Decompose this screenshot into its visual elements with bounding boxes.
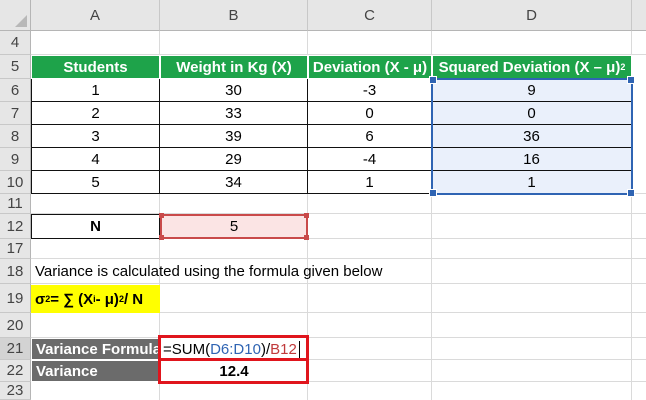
column-header-next[interactable]	[632, 0, 646, 31]
row-header-9[interactable]: 9	[0, 148, 31, 171]
variance-label[interactable]: Variance	[31, 360, 160, 382]
table-cell[interactable]: 4	[31, 148, 160, 171]
column-header-a[interactable]: A	[31, 0, 160, 31]
variance-formula-label[interactable]: Variance Formula	[31, 338, 161, 360]
table-cell[interactable]: 30	[160, 79, 308, 102]
n-value-cell[interactable]: 5	[159, 213, 309, 240]
table-cell[interactable]: -4	[308, 148, 432, 171]
row-header-7[interactable]: 7	[0, 102, 31, 125]
select-all-corner[interactable]	[0, 0, 31, 31]
note-text[interactable]: Variance is calculated using the formula…	[31, 259, 451, 284]
row-header-4[interactable]: 4	[0, 31, 31, 55]
table-cell[interactable]: 0	[308, 102, 432, 125]
table-cell[interactable]: 6	[308, 125, 432, 148]
row-header-8[interactable]: 8	[0, 125, 31, 148]
table-cell[interactable]: 1	[31, 79, 160, 102]
row-header-10[interactable]: 10	[0, 171, 31, 194]
result-highlight-box	[158, 358, 309, 384]
row-header-6[interactable]: 6	[0, 79, 31, 102]
row-header-22[interactable]: 22	[0, 360, 31, 382]
table-header-squared-deviation[interactable]: Squared Deviation (X – μ) 2	[432, 55, 632, 79]
column-header-d[interactable]: D	[432, 0, 632, 31]
table-cell[interactable]: 3	[31, 125, 160, 148]
row-header-12[interactable]: 12	[0, 214, 31, 239]
table-cell[interactable]: 1	[308, 171, 432, 194]
column-header-c[interactable]: C	[308, 0, 432, 31]
table-cell[interactable]: 33	[160, 102, 308, 125]
spreadsheet: A B C D 4 5 6 7 8 9 10 11 12 17 18 19 20…	[0, 0, 646, 400]
row-header-20[interactable]: 20	[0, 313, 31, 338]
column-header-b[interactable]: B	[160, 0, 308, 31]
selection-range-d6-d10	[429, 76, 635, 197]
table-cell[interactable]: -3	[308, 79, 432, 102]
table-cell[interactable]: 5	[31, 171, 160, 194]
table-cell[interactable]: 39	[160, 125, 308, 148]
n-label-cell[interactable]: N	[31, 214, 160, 239]
table-cell[interactable]: 29	[160, 148, 308, 171]
table-header-deviation[interactable]: Deviation (X - μ)	[308, 55, 432, 79]
row-header-17[interactable]: 17	[0, 239, 31, 259]
row-header-5[interactable]: 5	[0, 55, 31, 79]
table-cell[interactable]: 2	[31, 102, 160, 125]
row-header-21[interactable]: 21	[0, 338, 31, 360]
row-header-19[interactable]: 19	[0, 284, 31, 313]
table-header-weight[interactable]: Weight in Kg (X)	[160, 55, 308, 79]
row-header-11[interactable]: 11	[0, 194, 31, 214]
variance-formula-text[interactable]: σ2 = ∑ (X i - μ) 2 / N	[31, 285, 160, 313]
row-header-18[interactable]: 18	[0, 259, 31, 284]
row-header-23[interactable]: 23	[0, 382, 31, 400]
table-cell[interactable]: 34	[160, 171, 308, 194]
table-header-students[interactable]: Students	[31, 55, 160, 79]
